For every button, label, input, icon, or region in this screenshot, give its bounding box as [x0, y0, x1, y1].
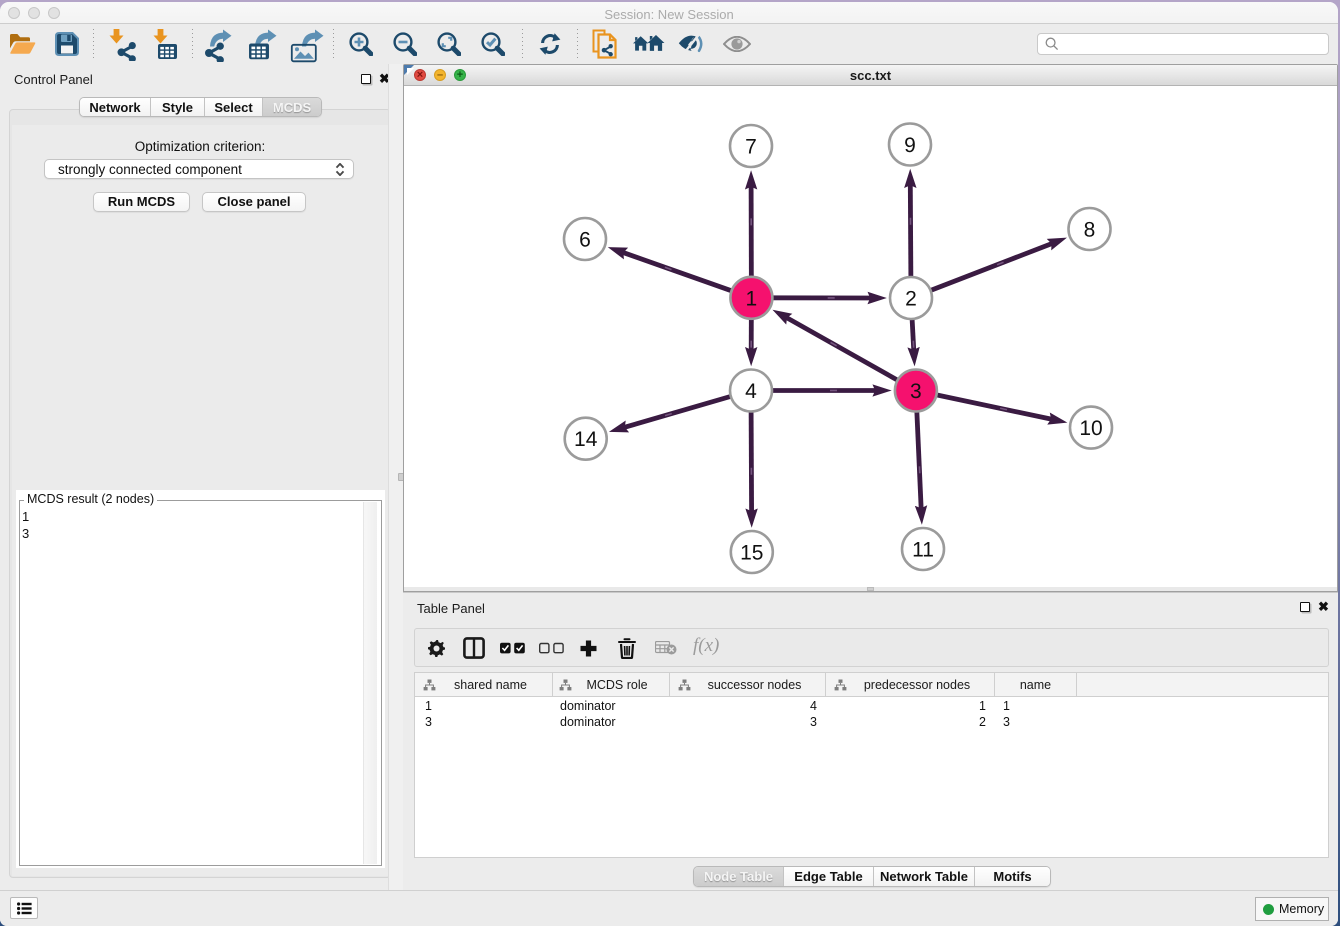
svg-text:1: 1 [746, 287, 758, 310]
svg-text:9: 9 [904, 134, 916, 157]
svg-text:15: 15 [740, 542, 763, 565]
svg-text:6: 6 [579, 229, 591, 252]
svg-text:4: 4 [745, 380, 757, 403]
svg-text:8: 8 [1084, 219, 1096, 242]
svg-text:14: 14 [574, 428, 598, 451]
svg-text:3: 3 [910, 380, 922, 403]
svg-text:2: 2 [905, 288, 917, 311]
svg-text:10: 10 [1079, 417, 1102, 440]
svg-text:11: 11 [912, 539, 934, 562]
svg-text:7: 7 [745, 136, 757, 159]
